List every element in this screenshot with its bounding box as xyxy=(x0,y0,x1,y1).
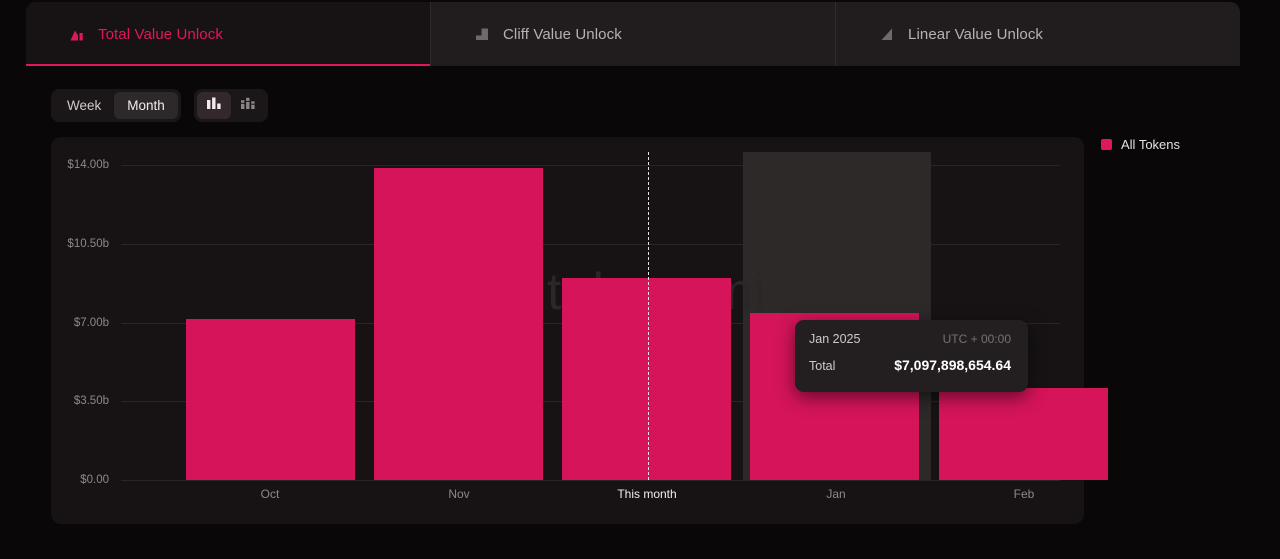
tooltip-date: Jan 2025 xyxy=(809,332,861,346)
x-axis-tick-nov: Nov xyxy=(448,487,470,501)
app-root: Total Value Unlock Cliff Value Unlock Li… xyxy=(0,0,1280,559)
chart-legend: All Tokens xyxy=(1101,137,1180,152)
bar-feb[interactable] xyxy=(939,388,1108,480)
tab-total-value-unlock[interactable]: Total Value Unlock xyxy=(26,2,431,66)
legend-swatch-all-tokens xyxy=(1101,139,1112,150)
bar-oct[interactable] xyxy=(186,319,355,480)
x-axis-tick-feb: Feb xyxy=(1013,487,1035,501)
y-axis-tick-label: $14.00b xyxy=(67,159,109,171)
bar-chart-icon xyxy=(205,96,223,115)
tab-label: Cliff Value Unlock xyxy=(503,25,622,43)
tooltip-metric-value: $7,097,898,654.64 xyxy=(894,357,1011,373)
range-toggle-group: Week Month xyxy=(51,89,181,122)
chart-type-toggle-group xyxy=(193,89,268,122)
tooltip-header-row: Jan 2025 UTC + 00:00 xyxy=(809,332,1011,346)
x-axis-tick-oct: Oct xyxy=(260,487,280,501)
chart-toolbar: Week Month xyxy=(51,89,268,122)
bar-chart-view-button[interactable] xyxy=(196,92,231,119)
legend-label-all-tokens[interactable]: All Tokens xyxy=(1121,137,1180,152)
y-axis-tick-label: $7.00b xyxy=(73,316,109,329)
tooltip-timezone: UTC + 00:00 xyxy=(942,332,1011,346)
chart-type-tabs: Total Value Unlock Cliff Value Unlock Li… xyxy=(26,2,1240,66)
stacked-bar-chart-icon xyxy=(239,96,257,115)
stacked-bar-chart-view-button[interactable] xyxy=(231,92,265,119)
bars-ascending-icon xyxy=(69,26,85,42)
tooltip-value-row: Total $7,097,898,654.64 xyxy=(809,357,1011,373)
y-axis-tick-label: $3.50b xyxy=(73,395,109,408)
gridline: $0.00 xyxy=(80,474,1060,486)
x-axis-tick-jan: Jan xyxy=(826,487,846,501)
chart-tooltip: Jan 2025 UTC + 00:00 Total $7,097,898,65… xyxy=(795,320,1028,392)
bar-nov[interactable] xyxy=(374,168,543,480)
tab-cliff-value-unlock[interactable]: Cliff Value Unlock xyxy=(431,2,836,66)
tooltip-metric-label: Total xyxy=(809,359,836,373)
step-cliff-icon xyxy=(474,26,490,42)
linear-ramp-icon xyxy=(879,26,895,42)
tab-label: Linear Value Unlock xyxy=(908,25,1044,43)
tab-linear-value-unlock[interactable]: Linear Value Unlock xyxy=(836,2,1240,66)
current-month-marker xyxy=(648,152,649,480)
y-axis-tick-label: $0.00 xyxy=(80,474,109,486)
range-week-button[interactable]: Week xyxy=(54,92,114,119)
x-axis-tick-this-month: This month xyxy=(617,487,677,501)
range-month-button[interactable]: Month xyxy=(114,92,178,119)
bar-this-month[interactable] xyxy=(562,278,731,480)
y-axis-tick-label: $10.50b xyxy=(67,237,109,250)
x-axis: Oct Nov This month Jan Feb xyxy=(121,487,1060,505)
tab-label: Total Value Unlock xyxy=(98,25,223,43)
